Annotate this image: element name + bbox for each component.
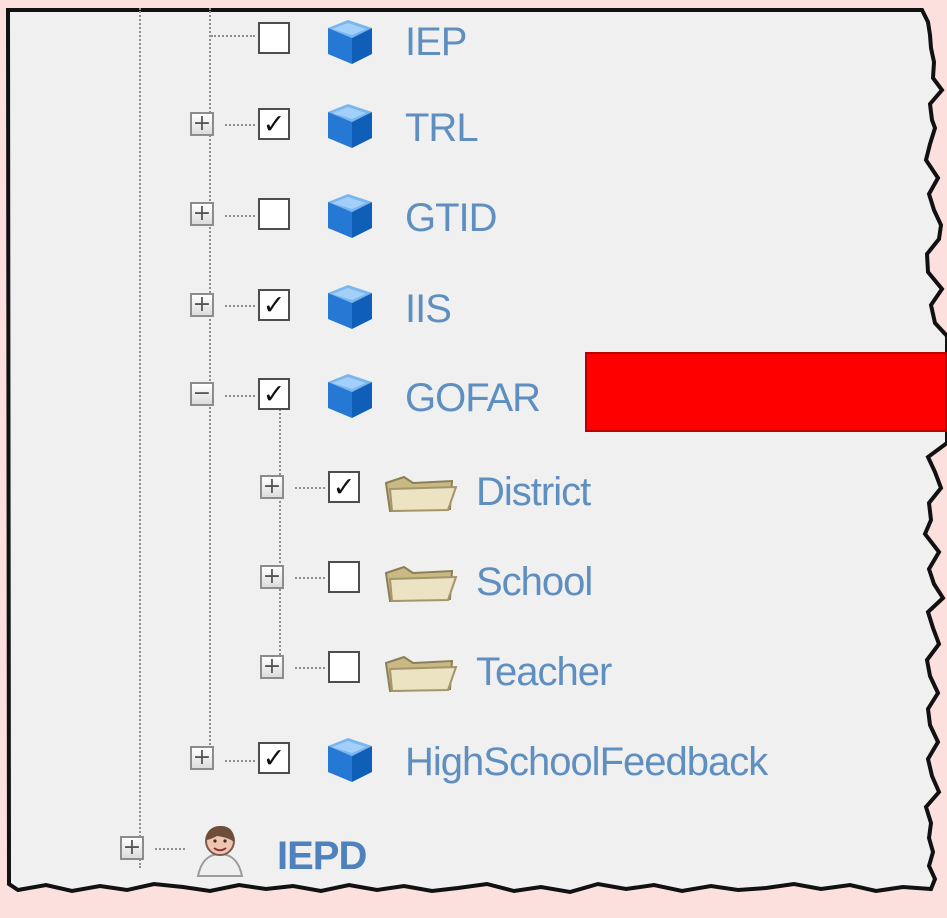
- blue-cube-icon: [328, 194, 372, 238]
- iis-checkbox[interactable]: ✓: [258, 289, 290, 321]
- blue-cube-icon: [328, 20, 372, 64]
- school-checkbox[interactable]: [328, 561, 360, 593]
- blue-cube-icon: [328, 374, 372, 418]
- red-redaction-bar: [585, 352, 947, 432]
- iep-checkbox[interactable]: [258, 22, 290, 54]
- collapse-gofar-button[interactable]: −: [190, 382, 214, 406]
- expand-district-button[interactable]: +: [260, 475, 284, 499]
- user-icon: [196, 826, 244, 877]
- folder-icon: [384, 655, 458, 693]
- trl-checkbox[interactable]: ✓: [258, 108, 290, 140]
- gofar-checkbox[interactable]: ✓: [258, 378, 290, 410]
- tree-row-district[interactable]: + ✓ District: [0, 459, 760, 515]
- tree-row-gtid[interactable]: + GTID: [0, 186, 760, 242]
- blue-cube-icon: [328, 738, 372, 782]
- highschoolfeedback-checkbox[interactable]: ✓: [258, 742, 290, 774]
- gtid-checkbox[interactable]: [258, 198, 290, 230]
- folder-icon: [384, 565, 458, 603]
- gofar-child-guide-line: [279, 398, 281, 674]
- tree-item-label-highschoolfeedback[interactable]: HighSchoolFeedback: [405, 742, 768, 782]
- tree-row-school[interactable]: + School: [0, 549, 760, 605]
- tree-item-label-school[interactable]: School: [476, 562, 593, 602]
- tree-row-highschoolfeedback[interactable]: + ✓ HighSchoolFeedback: [0, 730, 830, 786]
- tree-item-label-trl[interactable]: TRL: [405, 108, 479, 148]
- tree-item-label-iis[interactable]: IIS: [405, 289, 452, 329]
- tree-row-teacher[interactable]: + Teacher: [0, 639, 760, 695]
- tree-row-iepd[interactable]: + IEPD: [0, 818, 500, 877]
- expand-iis-button[interactable]: +: [190, 293, 214, 317]
- tree-item-label-district[interactable]: District: [476, 472, 591, 512]
- tree-item-label-gofar[interactable]: GOFAR: [405, 378, 541, 418]
- tree-row-iep[interactable]: IEP: [0, 8, 760, 64]
- expand-iepd-button[interactable]: +: [120, 836, 144, 860]
- expand-highschoolfeedback-button[interactable]: +: [190, 746, 214, 770]
- tree-item-label-gtid[interactable]: GTID: [405, 198, 498, 238]
- expand-gtid-button[interactable]: +: [190, 202, 214, 226]
- expand-teacher-button[interactable]: +: [260, 655, 284, 679]
- expand-school-button[interactable]: +: [260, 565, 284, 589]
- district-checkbox[interactable]: ✓: [328, 471, 360, 503]
- expand-trl-button[interactable]: +: [190, 112, 214, 136]
- screenshot-stage: IEP + ✓ TRL + GTID + ✓ IIS − ✓ GOFAR + ✓…: [0, 0, 947, 918]
- blue-cube-icon: [328, 285, 372, 329]
- tree-row-trl[interactable]: + ✓ TRL: [0, 96, 760, 152]
- teacher-checkbox[interactable]: [328, 651, 360, 683]
- tree-item-label-iep[interactable]: IEP: [405, 22, 467, 62]
- folder-icon: [384, 475, 458, 513]
- tree-row-iis[interactable]: + ✓ IIS: [0, 277, 760, 333]
- tree-item-label-teacher[interactable]: Teacher: [476, 652, 612, 692]
- tree-item-label-iepd[interactable]: IEPD: [277, 836, 367, 876]
- blue-cube-icon: [328, 104, 372, 148]
